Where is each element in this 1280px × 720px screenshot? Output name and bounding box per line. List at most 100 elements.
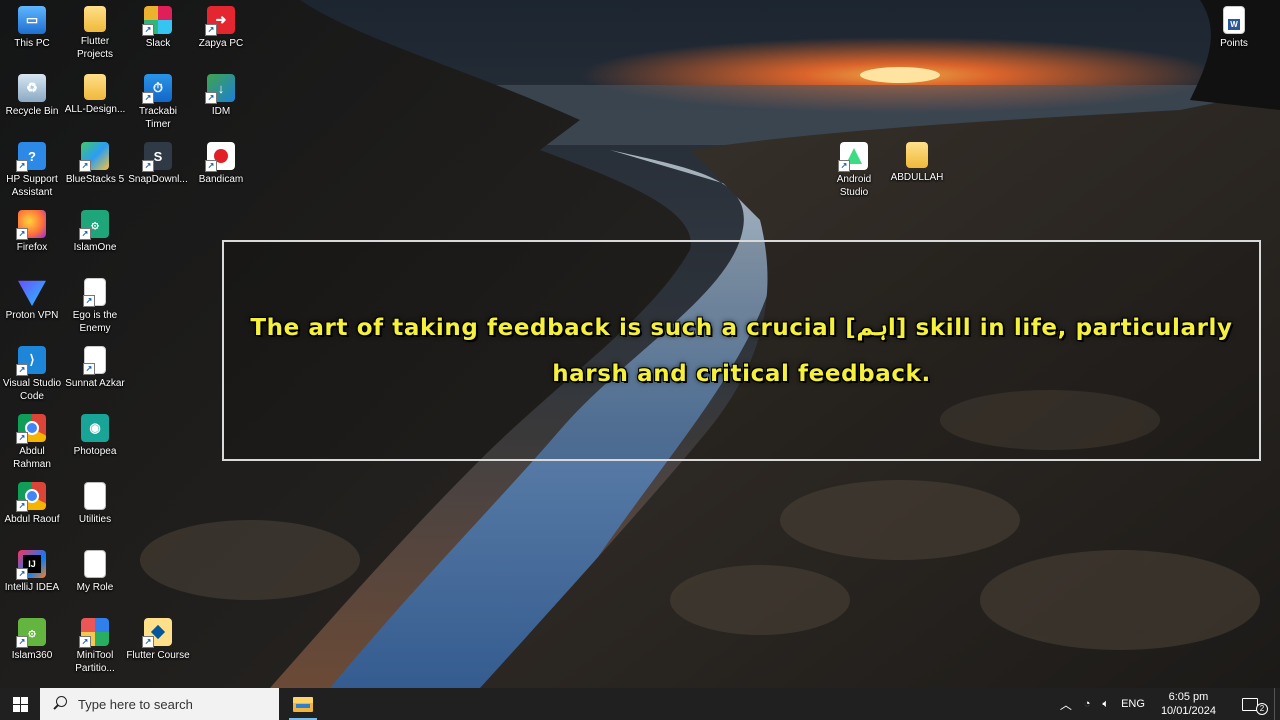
desktop-icon-utilities[interactable]: Utilities (63, 478, 127, 526)
desktop-icon-ego-is-the-enemy[interactable]: P Ego is the Enemy (63, 274, 127, 335)
desktop-icon-android-studio[interactable]: Android Studio (822, 138, 886, 199)
desktop-icon-flutter-projects[interactable]: Flutter Projects (63, 2, 127, 61)
desktop-icon-points[interactable]: W Points (1202, 2, 1266, 50)
timer-icon: ⏱ (142, 74, 172, 104)
clock[interactable]: 6:05 pm 10/01/2024 (1151, 688, 1226, 720)
desktop-icon-bandicam[interactable]: Bandicam (189, 138, 253, 186)
zapya-icon: ➜ (205, 6, 235, 36)
folder-icon (906, 142, 928, 168)
icon-label: Trackabi Timer (139, 106, 177, 130)
help-icon: ? (16, 142, 46, 172)
taskbar-file-explorer[interactable] (281, 688, 325, 720)
flutter-folder-icon (142, 618, 172, 648)
icon-label: MiniTool Partitio... (75, 650, 115, 674)
proton-vpn-icon (18, 280, 46, 306)
icon-label: IslamOne (73, 242, 117, 253)
icon-label: IDM (211, 106, 231, 117)
folder-icon (84, 74, 106, 100)
chrome-profile-icon (16, 482, 46, 512)
desktop-icon-idm[interactable]: ↓ IDM (189, 70, 253, 118)
icon-label: IntelliJ IDEA (4, 582, 60, 593)
desktop-icon-minitool[interactable]: MiniTool Partitio... (63, 614, 127, 675)
desktop-icon-hp-support[interactable]: ? HP Support Assistant (0, 138, 64, 199)
desktop-icon-bluestacks[interactable]: BlueStacks 5 (63, 138, 127, 186)
icon-label: Android Studio (836, 174, 872, 198)
desktop-icon-intellij[interactable]: IJ IntelliJ IDEA (0, 546, 64, 594)
recycle-bin-icon: ♻ (18, 74, 46, 102)
icon-label: Proton VPN (5, 310, 59, 321)
desktop-icon-abdullah[interactable]: ABDULLAH (885, 138, 949, 184)
icon-label: Slack (145, 38, 171, 49)
photopea-icon: ◉ (81, 414, 109, 442)
desktop-icon-recycle-bin[interactable]: ♻ Recycle Bin (0, 70, 64, 118)
islam360-icon: ۞ (16, 618, 46, 648)
file-explorer-icon (293, 696, 313, 712)
desktop-icon-my-role[interactable]: My Role (63, 546, 127, 594)
show-desktop-button[interactable] (1274, 688, 1280, 720)
desktop-icon-this-pc[interactable]: ▭ This PC (0, 2, 64, 50)
folder-icon (84, 6, 106, 32)
text-file-icon (84, 550, 106, 578)
desktop-icon-abdul-rahman[interactable]: Abdul Rahman (0, 410, 64, 471)
icon-label: Flutter Course (126, 650, 190, 661)
icon-label: Abdul Raouf (4, 514, 60, 525)
minitool-icon (79, 618, 109, 648)
desktop-icon-islamone[interactable]: ۞ IslamOne (63, 206, 127, 254)
desktop-icon-firefox[interactable]: Firefox (0, 206, 64, 254)
system-tray: ︿ ◔ 🔈︎ ENG 6:05 pm 10/01/2024 2 (1054, 688, 1280, 720)
action-center-button[interactable]: 2 (1226, 688, 1274, 720)
icon-label: Recycle Bin (5, 106, 59, 117)
icon-label: Zapya PC (198, 38, 244, 49)
desktop-icon-proton-vpn[interactable]: Proton VPN (0, 274, 64, 322)
intellij-icon: IJ (16, 550, 46, 580)
firefox-icon (16, 210, 46, 240)
clock-time: 6:05 pm (1168, 691, 1209, 703)
desktop-icon-islam360[interactable]: ۞ Islam360 (0, 614, 64, 662)
language-indicator[interactable]: ENG (1115, 688, 1151, 720)
desktop-icon-trackabi[interactable]: ⏱ Trackabi Timer (126, 70, 190, 131)
notification-count-badge: 2 (1256, 703, 1268, 715)
search-icon (52, 696, 68, 712)
icon-label: Firefox (16, 242, 48, 253)
text-file-icon (84, 482, 106, 510)
icon-label: Points (1220, 38, 1248, 49)
search-input[interactable] (76, 695, 260, 713)
start-button[interactable] (0, 688, 40, 720)
slack-icon (142, 6, 172, 36)
desktop-icon-zapya[interactable]: ➜ Zapya PC (189, 2, 253, 50)
desktop-icon-slack[interactable]: Slack (126, 2, 190, 50)
bandicam-icon (205, 142, 235, 172)
android-studio-icon (838, 142, 868, 172)
icon-label: HP Support Assistant (6, 174, 58, 198)
volume-icon[interactable]: 🔈︎ (1096, 688, 1115, 720)
clock-date: 10/01/2024 (1160, 705, 1216, 717)
icon-label: Bandicam (198, 174, 244, 185)
pdf-icon: P (83, 278, 106, 307)
computer-icon: ▭ (18, 6, 46, 34)
icon-label: Abdul Rahman (13, 446, 51, 470)
icon-label: Visual Studio Code (2, 378, 62, 402)
bluestacks-icon (79, 142, 109, 172)
word-doc-icon: W (1223, 6, 1245, 34)
icon-label: ABDULLAH (890, 172, 944, 183)
desktop-icon-vscode[interactable]: ⟩ Visual Studio Code (0, 342, 64, 403)
snapdownloader-icon: S (142, 142, 172, 172)
caption-overlay: The art of taking feedback is such a cru… (222, 240, 1261, 461)
icon-label: SnapDownl... (128, 174, 188, 185)
icon-label: ALL-Design... (64, 104, 126, 115)
icon-label: Flutter Projects (76, 36, 114, 60)
desktop-icon-flutter-course[interactable]: Flutter Course (126, 614, 190, 662)
icon-label: Ego is the Enemy (72, 310, 118, 334)
show-hidden-icons-chevron-up-icon[interactable]: ︿ (1054, 688, 1078, 720)
icon-label: Sunnat Azkar (65, 378, 125, 389)
desktop-icon-all-design[interactable]: ALL-Design... (63, 70, 127, 116)
taskbar-search[interactable] (40, 688, 279, 720)
pdf-icon: P (83, 346, 106, 375)
desktop-icon-sunnat-azkar[interactable]: P Sunnat Azkar (63, 342, 127, 390)
desktop-icon-photopea[interactable]: ◉ Photopea (63, 410, 127, 458)
windows-logo-icon (12, 696, 28, 712)
desktop-icon-abdul-raouf[interactable]: Abdul Raouf (0, 478, 64, 526)
chrome-profile-icon (16, 414, 46, 444)
desktop-icon-snapdownloader[interactable]: S SnapDownl... (126, 138, 190, 186)
wifi-icon[interactable]: ◔ (1078, 688, 1097, 720)
